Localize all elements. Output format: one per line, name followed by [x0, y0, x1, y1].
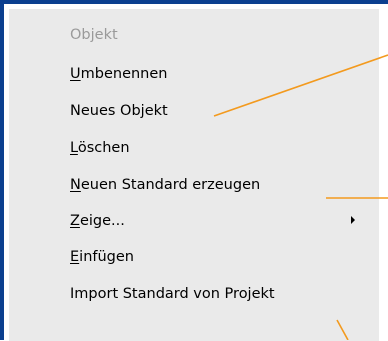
menu-item-label: Neues Objekt	[70, 103, 168, 119]
menu-item-neues-objekt[interactable]: Neues Objekt	[9, 95, 379, 127]
menu-item-zeige[interactable]: Zeige...	[9, 205, 379, 237]
menu-header-label: Objekt	[70, 27, 118, 43]
menu-item-label: Umbenennen	[70, 66, 168, 82]
menu-item-umbenennen[interactable]: Umbenennen	[9, 58, 379, 90]
menu-item-import-standard-von-projekt[interactable]: Import Standard von Projekt	[9, 278, 379, 310]
context-menu: Objekt Umbenennen Neues Objekt Löschen N…	[8, 8, 379, 341]
submenu-arrow-icon	[351, 216, 355, 224]
menu-item-loeschen[interactable]: Löschen	[9, 132, 379, 164]
window-frame-left	[0, 0, 4, 340]
menu-item-neuen-standard-erzeugen[interactable]: Neuen Standard erzeugen	[9, 169, 379, 201]
menu-header-objekt: Objekt	[9, 19, 379, 51]
menu-item-label: Zeige...	[70, 213, 125, 229]
window-frame-top	[0, 0, 388, 4]
menu-item-label: Neuen Standard erzeugen	[70, 177, 261, 193]
menu-item-label: Import Standard von Projekt	[70, 286, 275, 302]
menu-item-label: Einfügen	[70, 249, 134, 265]
menu-item-einfuegen[interactable]: Einfügen	[9, 241, 379, 273]
menu-item-label: Löschen	[70, 140, 130, 156]
